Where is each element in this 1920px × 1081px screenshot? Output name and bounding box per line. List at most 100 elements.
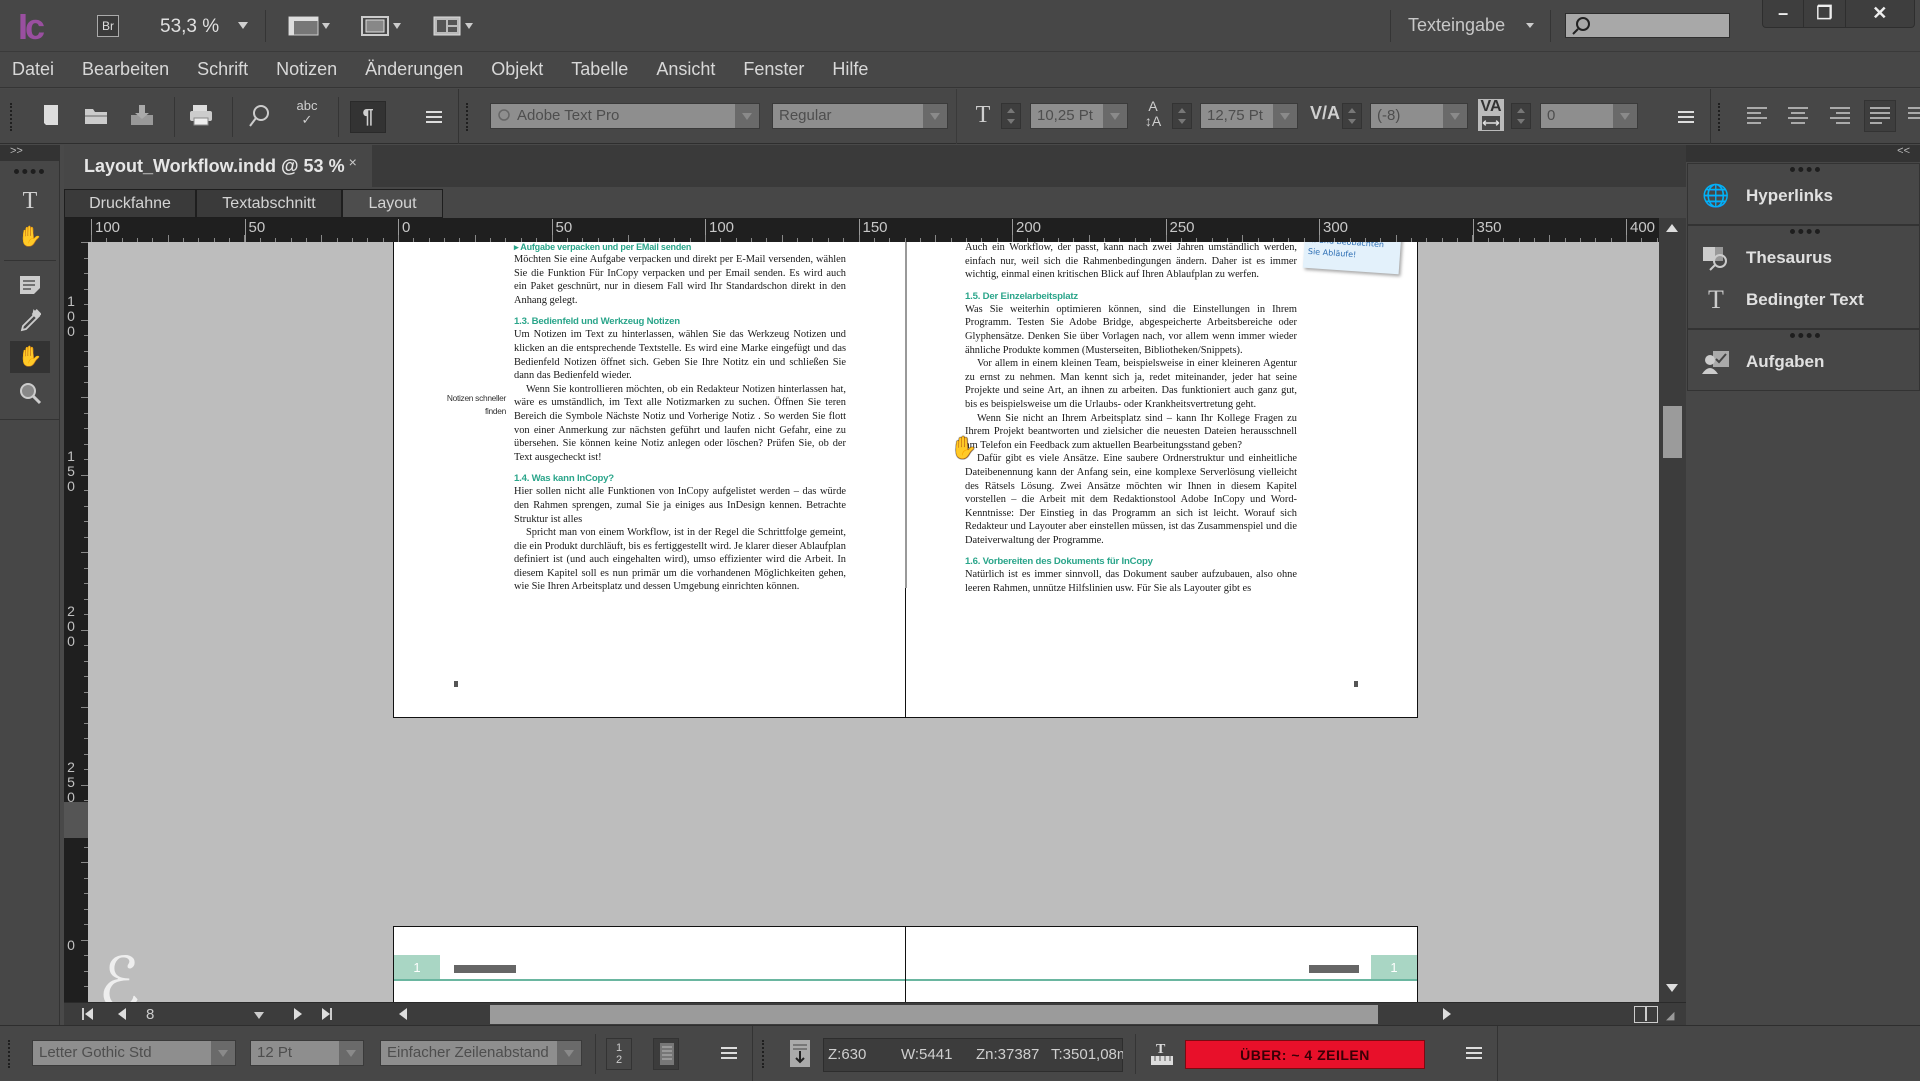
panel-hyperlinks[interactable]: 🌐 Hyperlinks [1700,178,1833,214]
justify-left-button[interactable] [1864,100,1896,132]
scroll-up-arrow-icon[interactable] [1666,224,1678,232]
menu-schrift[interactable]: Schrift [197,59,248,80]
drag-handle[interactable] [1790,229,1820,234]
tracking-field[interactable]: 0 [1540,103,1638,129]
right-page-text-frame[interactable]: Auch ein Workflow, der passt, kann nach … [965,242,1297,596]
scroll-left-arrow-icon[interactable] [399,1008,407,1020]
font-size-field[interactable]: 10,25 Pt [1030,103,1128,129]
menu-objekt[interactable]: Objekt [491,59,543,80]
split-view-button[interactable] [1634,1006,1658,1023]
align-left-button[interactable] [1745,105,1769,132]
menu-ansicht[interactable]: Ansicht [656,59,715,80]
collapse-panels-button[interactable]: << [1686,145,1920,162]
leading-field[interactable]: 12,75 Pt [1200,103,1298,129]
menu-bearbeiten[interactable]: Bearbeiten [82,59,169,80]
font-style-dropdown[interactable]: Regular [772,103,948,129]
next-page-button[interactable] [294,1008,302,1020]
right-page[interactable]: Auch ein Workflow, der passt, kann nach … [905,242,1418,718]
first-page-button[interactable] [82,1008,93,1020]
control-bar-options-button[interactable] [1678,111,1694,123]
vertical-scrollbar[interactable] [1659,218,1686,1002]
drag-handle[interactable] [1790,167,1820,172]
panel-thesaurus[interactable]: Thesaurus [1700,240,1832,276]
drag-handle[interactable] [762,1040,765,1068]
copyfit-info-button[interactable] [790,1040,810,1067]
minimize-button[interactable]: – [1763,0,1805,27]
menu-notizen[interactable]: Notizen [276,59,337,80]
expand-tools-button[interactable]: >> [0,145,60,161]
vertical-scroll-thumb[interactable] [1663,406,1682,458]
document-tab[interactable]: Layout_Workflow.indd @ 53 % × [64,145,372,187]
find-button[interactable] [244,103,274,135]
menu-aenderungen[interactable]: Änderungen [365,59,463,80]
zoom-level-dropdown[interactable]: 53,3 % [160,16,249,38]
menu-tabelle[interactable]: Tabelle [571,59,628,80]
next-left-page[interactable]: 1 [393,926,906,1002]
drag-handle[interactable] [8,1040,11,1068]
open-button[interactable] [82,103,112,133]
tracking-stepper[interactable] [1511,103,1531,129]
align-center-button[interactable] [1786,105,1810,132]
left-page-text-frame[interactable]: ▸ Aufgabe verpacken und per EMail senden… [514,242,846,594]
next-right-page[interactable]: 1 [905,926,1418,1002]
print-button[interactable] [186,103,216,133]
menu-hilfe[interactable]: Hilfe [832,59,868,80]
hand-tool[interactable]: ✋ [10,341,50,373]
view-options-button[interactable] [288,15,332,42]
paragraph-styles-column-toggle[interactable] [653,1038,679,1070]
position-tool[interactable]: ✋ [10,221,50,253]
close-window-button[interactable]: ✕ [1846,0,1914,27]
screen-mode-button[interactable] [360,15,404,42]
previous-page-button[interactable] [118,1008,126,1020]
font-family-dropdown[interactable]: Adobe Text Pro [490,103,760,129]
kerning-field[interactable]: (-8) [1370,103,1468,129]
panel-conditional-text[interactable]: T Bedingter Text [1700,282,1864,318]
menu-fenster[interactable]: Fenster [743,59,804,80]
kerning-stepper[interactable] [1342,103,1362,129]
tab-druckfahne[interactable]: Druckfahne [64,189,196,218]
spellcheck-button[interactable]: abc ✓ [292,99,322,127]
close-tab-icon[interactable]: × [349,154,357,170]
horizontal-scrollbar[interactable] [393,1003,1458,1026]
show-hidden-characters-toggle[interactable]: ¶ [350,101,386,133]
drag-handle[interactable] [10,103,13,131]
line-spacing-dropdown[interactable]: Einfacher Zeilenabstand [380,1040,582,1066]
galley-font-dropdown[interactable]: Letter Gothic Std [32,1040,236,1066]
restore-button[interactable]: ❐ [1804,0,1846,27]
galley-size-dropdown[interactable]: 12 Pt [250,1040,364,1066]
resize-grip-icon[interactable]: ◢ [1666,1009,1674,1022]
leading-stepper[interactable] [1172,103,1192,129]
help-search-input[interactable] [1565,13,1730,38]
drag-handle[interactable] [466,103,469,131]
drag-handle[interactable] [1790,333,1820,338]
save-button[interactable] [128,103,158,133]
zoom-tool[interactable] [10,377,50,409]
arrange-documents-button[interactable] [432,15,476,42]
copyfit-options-menu-button[interactable] [1466,1047,1482,1059]
justify-center-button[interactable] [1906,105,1920,132]
horizontal-scroll-thumb[interactable] [490,1005,1378,1024]
scroll-down-arrow-icon[interactable] [1666,984,1678,992]
bridge-button[interactable]: Br [97,15,119,37]
tab-layout[interactable]: Layout [342,189,443,218]
menu-datei[interactable]: Datei [12,59,54,80]
galley-options-menu-button[interactable] [721,1047,737,1059]
left-page[interactable]: Notizen schneller finden ▸ Aufgabe verpa… [393,242,906,718]
note-tool[interactable] [10,269,50,301]
line-numbers-toggle[interactable]: 12 [606,1038,632,1070]
last-page-button[interactable] [322,1008,332,1020]
drag-handle[interactable] [14,169,44,174]
page-dropdown-chevron-icon[interactable] [254,1012,264,1019]
scroll-right-arrow-icon[interactable] [1443,1008,1451,1020]
align-right-button[interactable] [1828,105,1852,132]
panel-tasks[interactable]: Aufgaben [1700,344,1824,380]
workspace-switcher[interactable]: Texteingabe [1408,15,1535,36]
tab-textabschnitt[interactable]: Textabschnitt [196,189,342,218]
font-size-stepper[interactable] [1001,103,1021,129]
type-tool[interactable]: T [10,185,50,217]
eyedropper-tool[interactable] [10,305,50,337]
control-bar-menu-button[interactable] [426,111,442,123]
page-number-field[interactable]: 8 [146,1006,154,1023]
new-document-button[interactable] [36,103,66,133]
drag-handle[interactable] [1718,103,1721,131]
